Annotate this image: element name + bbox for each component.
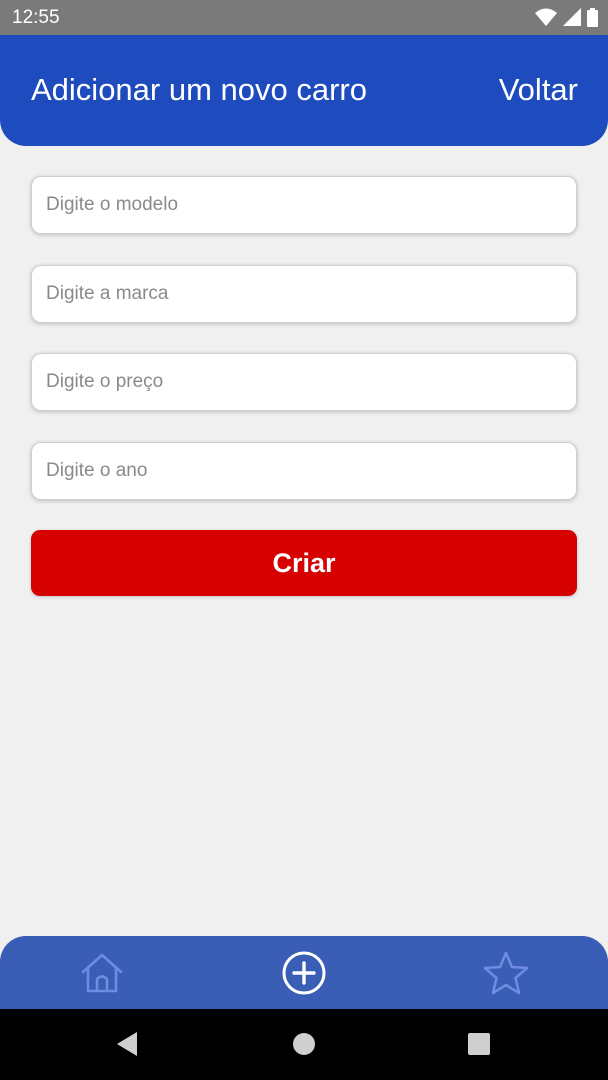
plus-circle-icon: [282, 951, 326, 995]
star-icon: [483, 951, 529, 995]
nav-add-tab[interactable]: [280, 949, 328, 997]
status-bar: 12:55: [0, 0, 608, 35]
battery-icon: [587, 7, 598, 27]
back-triangle-icon: [117, 1032, 137, 1056]
home-circle-icon: [293, 1033, 315, 1055]
year-field-container: [31, 442, 577, 500]
status-icons: [535, 7, 598, 27]
model-input[interactable]: [32, 177, 576, 233]
system-recents-button[interactable]: [466, 1031, 492, 1057]
back-button[interactable]: Voltar: [499, 72, 578, 108]
brand-input[interactable]: [32, 266, 576, 322]
price-input[interactable]: [32, 354, 576, 410]
bottom-nav: [0, 936, 608, 1009]
price-field-container: [31, 353, 577, 411]
status-time: 12:55: [12, 7, 60, 28]
system-nav-bar: [0, 1009, 608, 1080]
nav-favorites-tab[interactable]: [482, 949, 530, 997]
brand-field-container: [31, 265, 577, 323]
recents-square-icon: [468, 1033, 490, 1055]
nav-home-tab[interactable]: [78, 949, 126, 997]
wifi-icon: [535, 8, 557, 26]
year-input[interactable]: [32, 443, 576, 499]
system-back-button[interactable]: [114, 1031, 140, 1057]
model-field-container: [31, 176, 577, 234]
create-button[interactable]: Criar: [31, 530, 577, 596]
system-home-button[interactable]: [291, 1031, 317, 1057]
app-header: Adicionar um novo carro Voltar: [0, 35, 608, 146]
page-title: Adicionar um novo carro: [31, 72, 367, 107]
home-icon: [81, 953, 123, 993]
cell-signal-icon: [563, 8, 581, 26]
